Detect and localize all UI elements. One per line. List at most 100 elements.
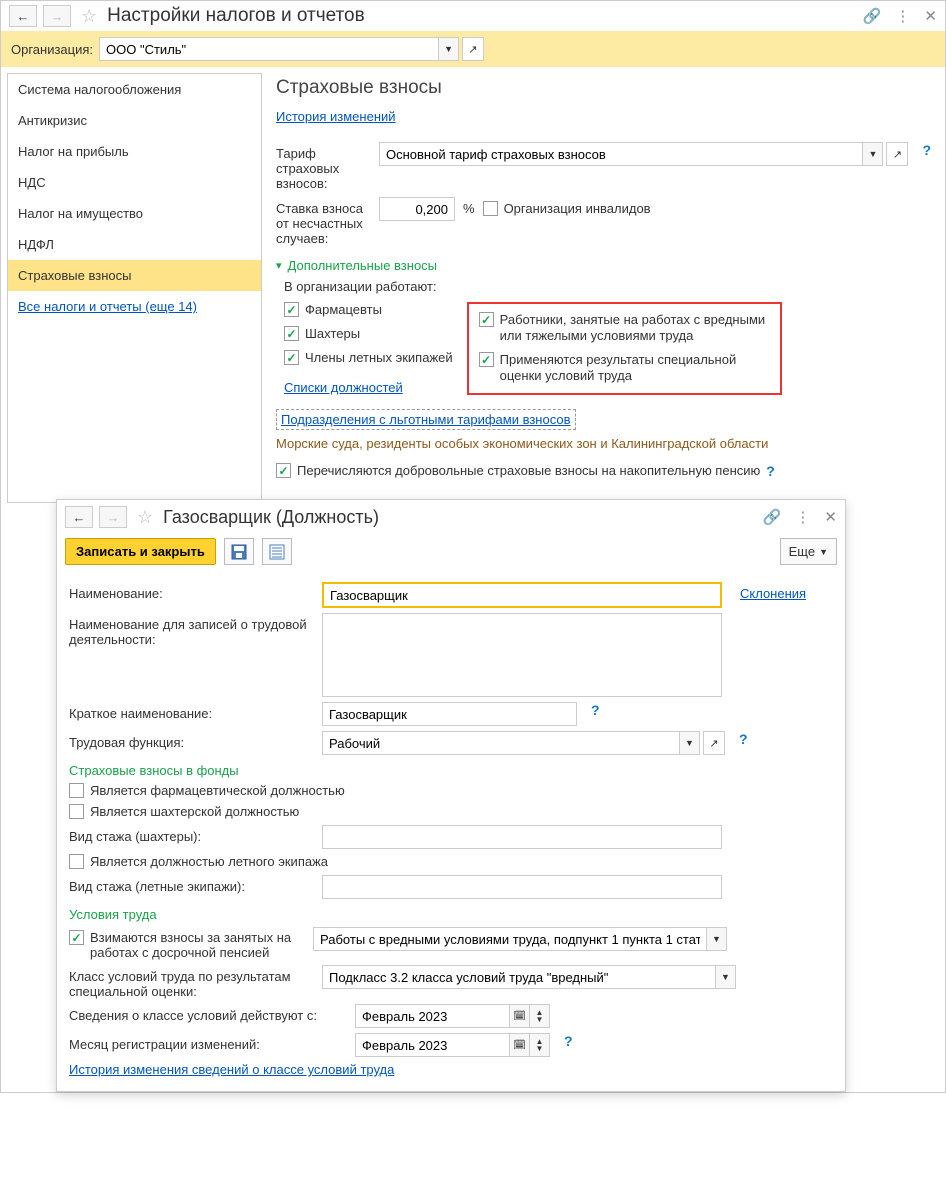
class-history-link[interactable]: История изменения сведений о классе усло… — [69, 1062, 394, 1077]
inner-back-button[interactable]: ← — [65, 506, 93, 528]
history-link[interactable]: История изменений — [276, 109, 396, 124]
is-flight-checkbox[interactable] — [69, 854, 84, 869]
flight-stage-label: Вид стажа (летные экипажи): — [69, 875, 314, 894]
positions-list-link[interactable]: Списки должностей — [284, 380, 453, 395]
window-title: Настройки налогов и отчетов — [107, 5, 365, 27]
is-pharma-checkbox[interactable] — [69, 783, 84, 798]
flight-crew-checkbox[interactable] — [284, 350, 299, 365]
inner-close-icon[interactable]: ✕ — [824, 508, 837, 526]
chevron-down-icon: ▾ — [276, 259, 282, 272]
tariff-popup-button[interactable]: ↗ — [886, 142, 908, 166]
early-pension-select[interactable] — [313, 927, 707, 951]
calendar-button[interactable]: 🗓 — [510, 1033, 530, 1057]
voluntary-label: Перечисляются добровольные страховые взн… — [297, 463, 760, 479]
org-label: Организация: — [11, 42, 93, 57]
tariff-dropdown-button[interactable]: ▼ — [863, 142, 883, 166]
menu-icon[interactable]: ⋮ — [895, 7, 910, 25]
pharma-checkbox[interactable] — [284, 302, 299, 317]
subdivisions-link[interactable]: Подразделения с льготными тарифами взнос… — [281, 412, 571, 427]
help-icon[interactable]: ? — [591, 702, 600, 718]
sidebar-item-anticrisis[interactable]: Антикризис — [8, 105, 261, 136]
job-func-dropdown-button[interactable]: ▼ — [680, 731, 700, 755]
save-and-close-button[interactable]: Записать и закрыть — [65, 538, 216, 565]
calendar-button[interactable]: 🗓 — [510, 1004, 530, 1028]
sidebar-item-vat[interactable]: НДС — [8, 167, 261, 198]
special-assessment-label: Применяются результаты специальной оценк… — [500, 352, 770, 384]
sidebar-item-tax-system[interactable]: Система налогообложения — [8, 74, 261, 105]
sidebar-item-property-tax[interactable]: Налог на имущество — [8, 198, 261, 229]
job-func-label: Трудовая функция: — [69, 731, 314, 750]
inner-window-title: Газосварщик (Должность) — [163, 507, 379, 528]
tariff-input[interactable] — [379, 142, 863, 166]
close-icon[interactable]: ✕ — [924, 7, 937, 25]
name-label: Наименование: — [69, 582, 314, 601]
sidebar-item-insurance[interactable]: Страховые взносы — [8, 260, 261, 291]
back-button[interactable]: ← — [9, 5, 37, 27]
help-icon[interactable]: ? — [739, 731, 748, 747]
highlighted-box: Работники, занятые на работах с вредными… — [467, 302, 782, 395]
short-name-label: Краткое наименование: — [69, 702, 314, 721]
stepper-button[interactable]: ▲▼ — [530, 1033, 550, 1057]
class-label: Класс условий труда по результатам специ… — [69, 965, 314, 999]
info-from-input[interactable] — [355, 1004, 510, 1028]
job-func-input[interactable] — [322, 731, 680, 755]
org-input[interactable] — [99, 37, 439, 61]
sidebar-item-profit-tax[interactable]: Налог на прибыль — [8, 136, 261, 167]
name-records-textarea[interactable] — [322, 613, 722, 697]
name-input[interactable] — [322, 582, 722, 608]
org-dropdown-button[interactable]: ▼ — [439, 37, 459, 61]
flight-crew-label: Члены летных экипажей — [305, 350, 453, 366]
section-heading: Страховые взносы — [276, 77, 931, 99]
menu-icon[interactable]: ⋮ — [795, 508, 810, 526]
miners-label: Шахтеры — [305, 326, 360, 342]
reg-month-input[interactable] — [355, 1033, 510, 1057]
sidebar-item-ndfl[interactable]: НДФЛ — [8, 229, 261, 260]
miner-stage-input[interactable] — [322, 825, 722, 849]
stepper-button[interactable]: ▲▼ — [530, 1004, 550, 1028]
early-pension-checkbox[interactable] — [69, 930, 84, 945]
tariff-label: Тариф страховых взносов: — [276, 142, 371, 191]
class-dropdown-button[interactable]: ▼ — [716, 965, 736, 989]
subdivisions-link-box: Подразделения с льготными тарифами взнос… — [276, 409, 576, 430]
inner-forward-button[interactable]: → — [99, 506, 127, 528]
pharma-label: Фармацевты — [305, 302, 382, 318]
flight-stage-input[interactable] — [322, 875, 722, 899]
voluntary-checkbox[interactable] — [276, 463, 291, 478]
is-miner-label: Является шахтерской должностью — [90, 804, 299, 820]
job-func-popup-button[interactable]: ↗ — [703, 731, 725, 755]
miners-checkbox[interactable] — [284, 326, 299, 341]
sidebar-all-taxes-link[interactable]: Все налоги и отчеты (еще 14) — [8, 291, 261, 322]
star-icon[interactable]: ☆ — [137, 507, 153, 528]
org-popup-button[interactable]: ↗ — [462, 37, 484, 61]
note-text: Морские суда, резиденты особых экономиче… — [276, 436, 931, 451]
hazardous-workers-label: Работники, занятые на работах с вредными… — [500, 312, 770, 344]
additional-contributions-expander[interactable]: ▾ Дополнительные взносы — [276, 258, 931, 273]
org-invalid-checkbox[interactable] — [483, 201, 498, 216]
more-button[interactable]: Еще ▼ — [780, 538, 837, 565]
star-icon[interactable]: ☆ — [81, 6, 97, 27]
declensions-link[interactable]: Склонения — [740, 582, 806, 601]
rate-label: Ставка взноса от несчастных случаев: — [276, 197, 371, 246]
is-miner-checkbox[interactable] — [69, 804, 84, 819]
forward-button[interactable]: → — [43, 5, 71, 27]
save-icon — [231, 544, 247, 560]
help-icon[interactable]: ? — [766, 463, 775, 479]
expander-label: Дополнительные взносы — [288, 258, 438, 273]
early-pension-dropdown-button[interactable]: ▼ — [707, 927, 727, 951]
link-icon[interactable]: 🔗 — [763, 508, 782, 526]
name-records-label: Наименование для записей о трудовой деят… — [69, 613, 314, 647]
short-name-input[interactable] — [322, 702, 577, 726]
link-icon[interactable]: 🔗 — [863, 7, 882, 25]
save-button[interactable] — [224, 538, 254, 565]
list-button[interactable] — [262, 538, 292, 565]
hazardous-workers-checkbox[interactable] — [479, 312, 494, 327]
special-assessment-checkbox[interactable] — [479, 352, 494, 367]
class-select[interactable] — [322, 965, 716, 989]
rate-input[interactable] — [379, 197, 455, 221]
help-icon[interactable]: ? — [922, 142, 931, 158]
early-pension-label: Взимаются взносы за занятых на работах с… — [90, 930, 297, 960]
miner-stage-label: Вид стажа (шахтеры): — [69, 825, 314, 844]
more-label: Еще — [789, 544, 815, 559]
is-flight-label: Является должностью летного экипажа — [90, 854, 328, 870]
help-icon[interactable]: ? — [564, 1033, 573, 1049]
